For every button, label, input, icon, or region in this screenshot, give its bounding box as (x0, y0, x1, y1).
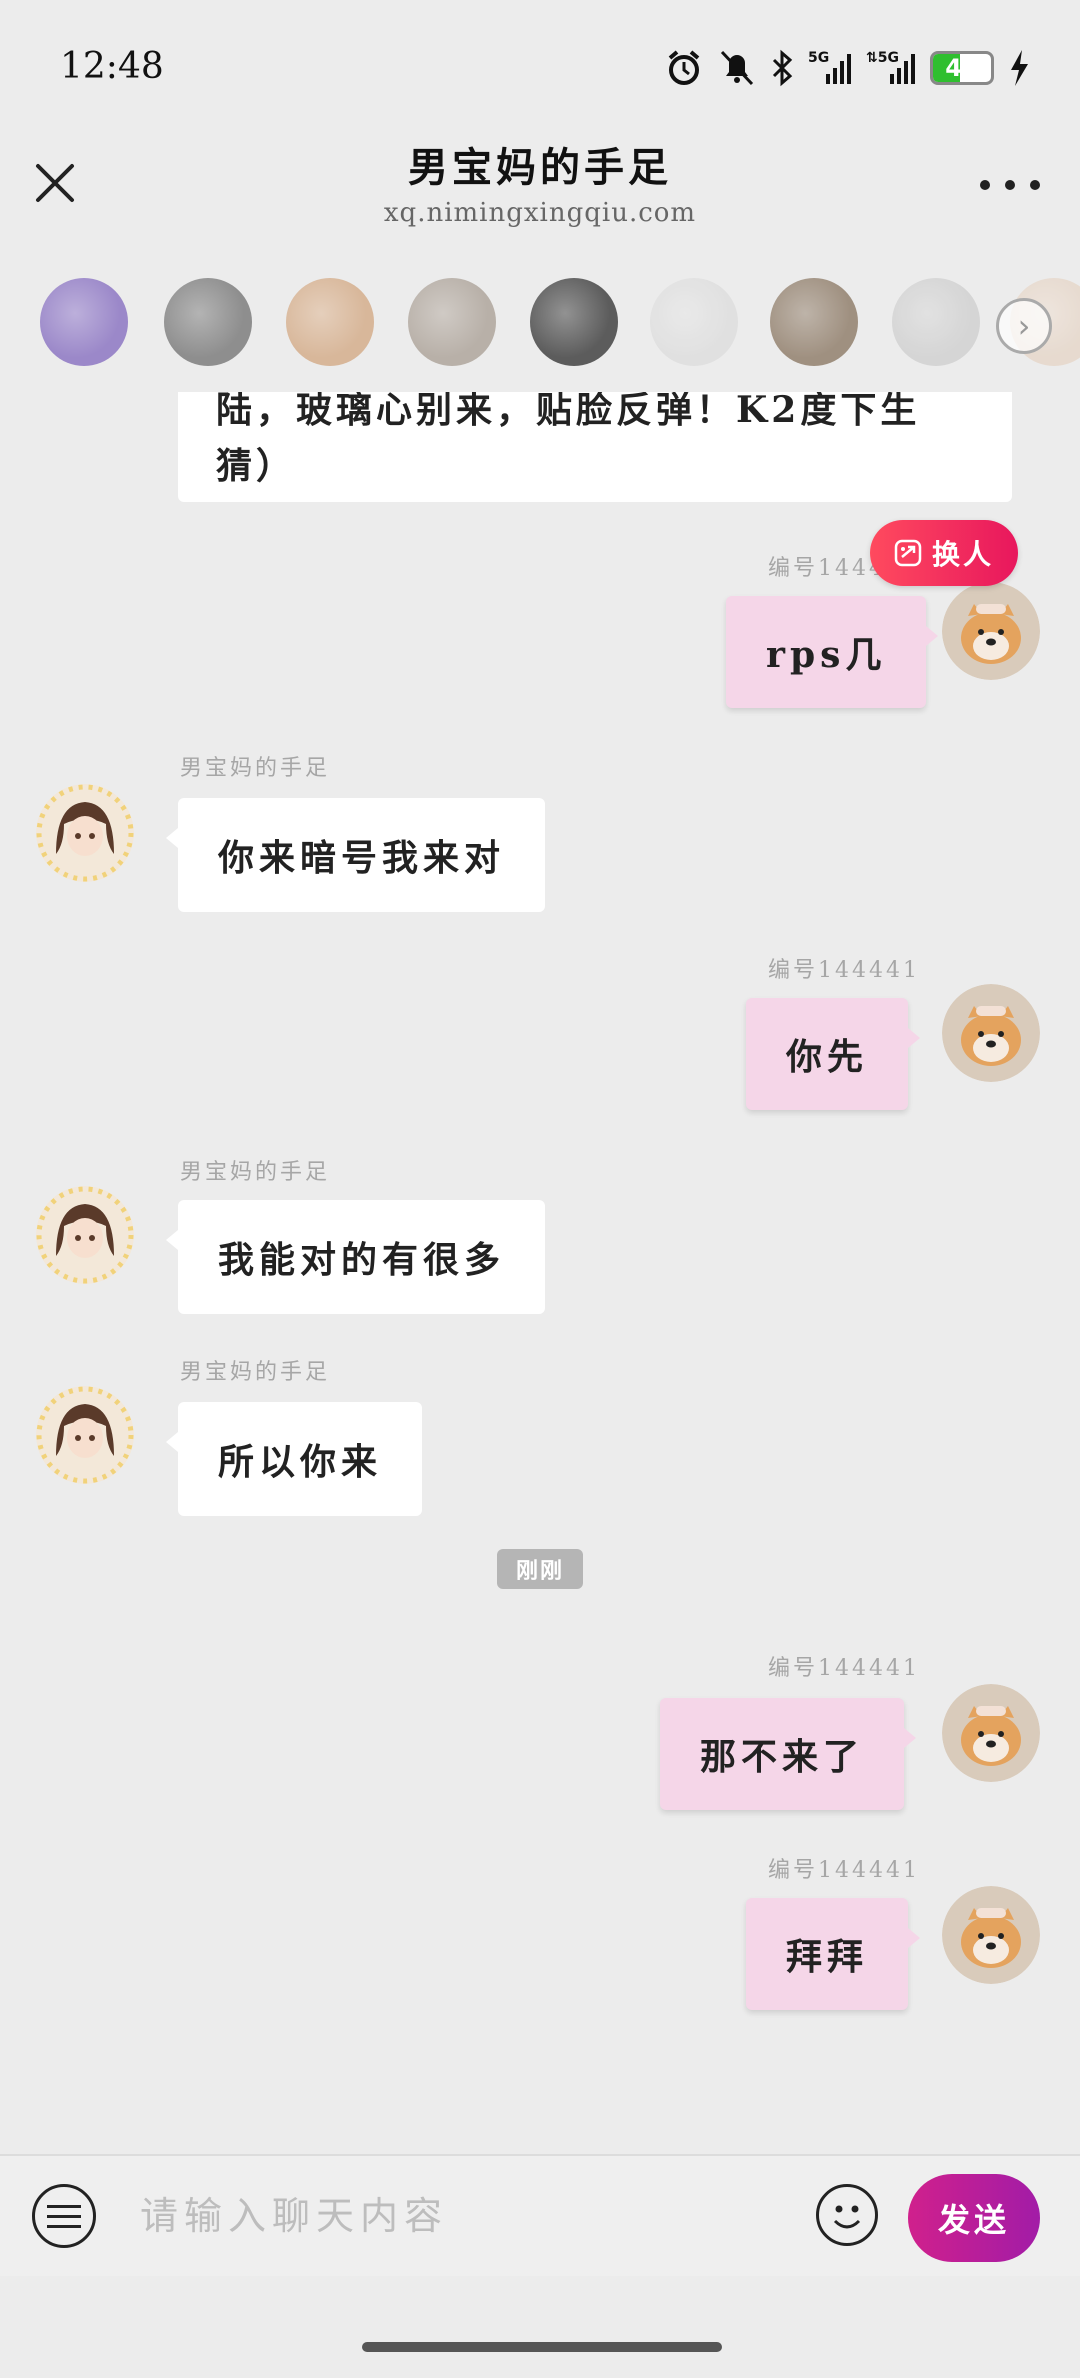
svg-text:5G: 5G (808, 50, 829, 66)
message-text: 你来暗号我来对 (218, 837, 506, 879)
message-text: 那不来了 (700, 1736, 865, 1778)
time-divider: 刚刚 (497, 1549, 583, 1589)
online-users-strip[interactable]: › (0, 262, 1080, 380)
smile-icon (833, 2205, 861, 2229)
message-text: rps几 (766, 634, 887, 676)
penguin-avatar[interactable] (892, 278, 980, 366)
man-avatar[interactable] (770, 278, 858, 366)
message-bubble-incoming[interactable]: 我能对的有很多 (165, 1200, 546, 1314)
chat-title: 男宝妈的手足 (408, 144, 672, 191)
send-button[interactable]: 发送 (908, 2174, 1040, 2262)
avatar-self[interactable] (942, 984, 1040, 1082)
monochrome-avatar[interactable] (530, 278, 618, 366)
svg-text:⇅5G: ⇅5G (866, 50, 899, 66)
message-bubble-outgoing[interactable]: 那不来了 (660, 1698, 917, 1810)
swap-label: 换人 (931, 538, 994, 571)
alarm-icon (668, 50, 700, 85)
signal-5g-icon: 5G (808, 50, 851, 84)
avatar-self[interactable] (942, 1886, 1040, 1984)
sender-name: 男宝妈的手足 (180, 756, 331, 781)
avatar-self[interactable] (942, 582, 1040, 680)
cat-avatar[interactable] (408, 278, 496, 366)
avatar-other[interactable] (36, 784, 134, 882)
message-bubble-outgoing[interactable]: 你先 (746, 998, 921, 1110)
anime-girl-avatar[interactable] (286, 278, 374, 366)
avatar-self[interactable] (942, 1684, 1040, 1782)
dog-avatar-icon (942, 582, 1040, 680)
chevron-right-icon[interactable]: › (996, 298, 1052, 354)
message-text: 你先 (786, 1036, 869, 1078)
sender-name: 男宝妈的手足 (180, 1160, 331, 1185)
sender-name: 编号144441 (768, 1858, 920, 1883)
message-text: 所以你来 (218, 1441, 383, 1483)
anime-girl-avatar-icon (36, 1186, 134, 1284)
message-bubble-outgoing[interactable]: 拜拜 (746, 1898, 921, 2010)
sender-name: 编号144441 (768, 1656, 920, 1681)
dog-avatar-icon (942, 1886, 1040, 1984)
charging-icon (1011, 50, 1028, 86)
dot-icon (1005, 180, 1015, 190)
dog-avatar-icon (942, 1684, 1040, 1782)
home-indicator[interactable] (362, 2342, 722, 2352)
status-icons: 5G ⇅5G 46 (664, 46, 1030, 90)
swap-person-button[interactable]: 换人 (870, 520, 1018, 586)
bird-avatar[interactable] (164, 278, 252, 366)
mute-bell-icon (720, 50, 754, 86)
menu-line-icon (47, 2204, 81, 2208)
message-text: 陆，玻璃心别来，贴脸反弹！K2度下生 (216, 392, 921, 431)
chat-site-url: xq.nimingxingqiu.com (383, 198, 697, 228)
message-text: 拜拜 (786, 1936, 869, 1978)
sender-name: 编号144441 (768, 958, 920, 983)
avatar-other[interactable] (36, 1386, 134, 1484)
status-time: 12:48 (60, 46, 164, 87)
swap-icon (894, 539, 922, 567)
bluetooth-icon (772, 49, 793, 87)
dot-icon (980, 180, 990, 190)
avatar-other[interactable] (36, 1186, 134, 1284)
dog-avatar-icon (942, 984, 1040, 1082)
message-text: 我能对的有很多 (218, 1239, 506, 1281)
dot-icon (1030, 180, 1040, 190)
planet-avatar[interactable] (40, 278, 128, 366)
signal-5g-icon-2: ⇅5G (866, 50, 915, 84)
chat-input[interactable] (140, 2178, 780, 2254)
message-bubble-partial: 陆，玻璃心别来，贴脸反弹！K2度下生 猜） (178, 392, 1012, 502)
anime-girl-avatar-icon (36, 784, 134, 882)
menu-line-icon (47, 2224, 81, 2228)
snowman-avatar[interactable] (650, 278, 738, 366)
battery-level: 46 (945, 54, 979, 82)
battery-icon: 46 (930, 51, 994, 85)
message-text: 猜） (216, 445, 297, 487)
chat-messages[interactable]: 陆，玻璃心别来，贴脸反弹！K2度下生 猜） 编号144441 rps几 换人 男… (0, 392, 1080, 2154)
message-bubble-incoming[interactable]: 你来暗号我来对 (165, 798, 546, 912)
menu-line-icon (47, 2214, 81, 2218)
more-options-button[interactable] (980, 170, 1040, 200)
message-bubble-outgoing[interactable]: rps几 (726, 596, 939, 708)
chat-input-bar: 发送 (0, 2154, 1080, 2276)
menu-button[interactable] (32, 2184, 96, 2248)
sender-name: 男宝妈的手足 (180, 1360, 331, 1385)
emoji-button[interactable] (816, 2184, 878, 2246)
anime-girl-avatar-icon (36, 1386, 134, 1484)
message-bubble-incoming[interactable]: 所以你来 (165, 1402, 423, 1516)
